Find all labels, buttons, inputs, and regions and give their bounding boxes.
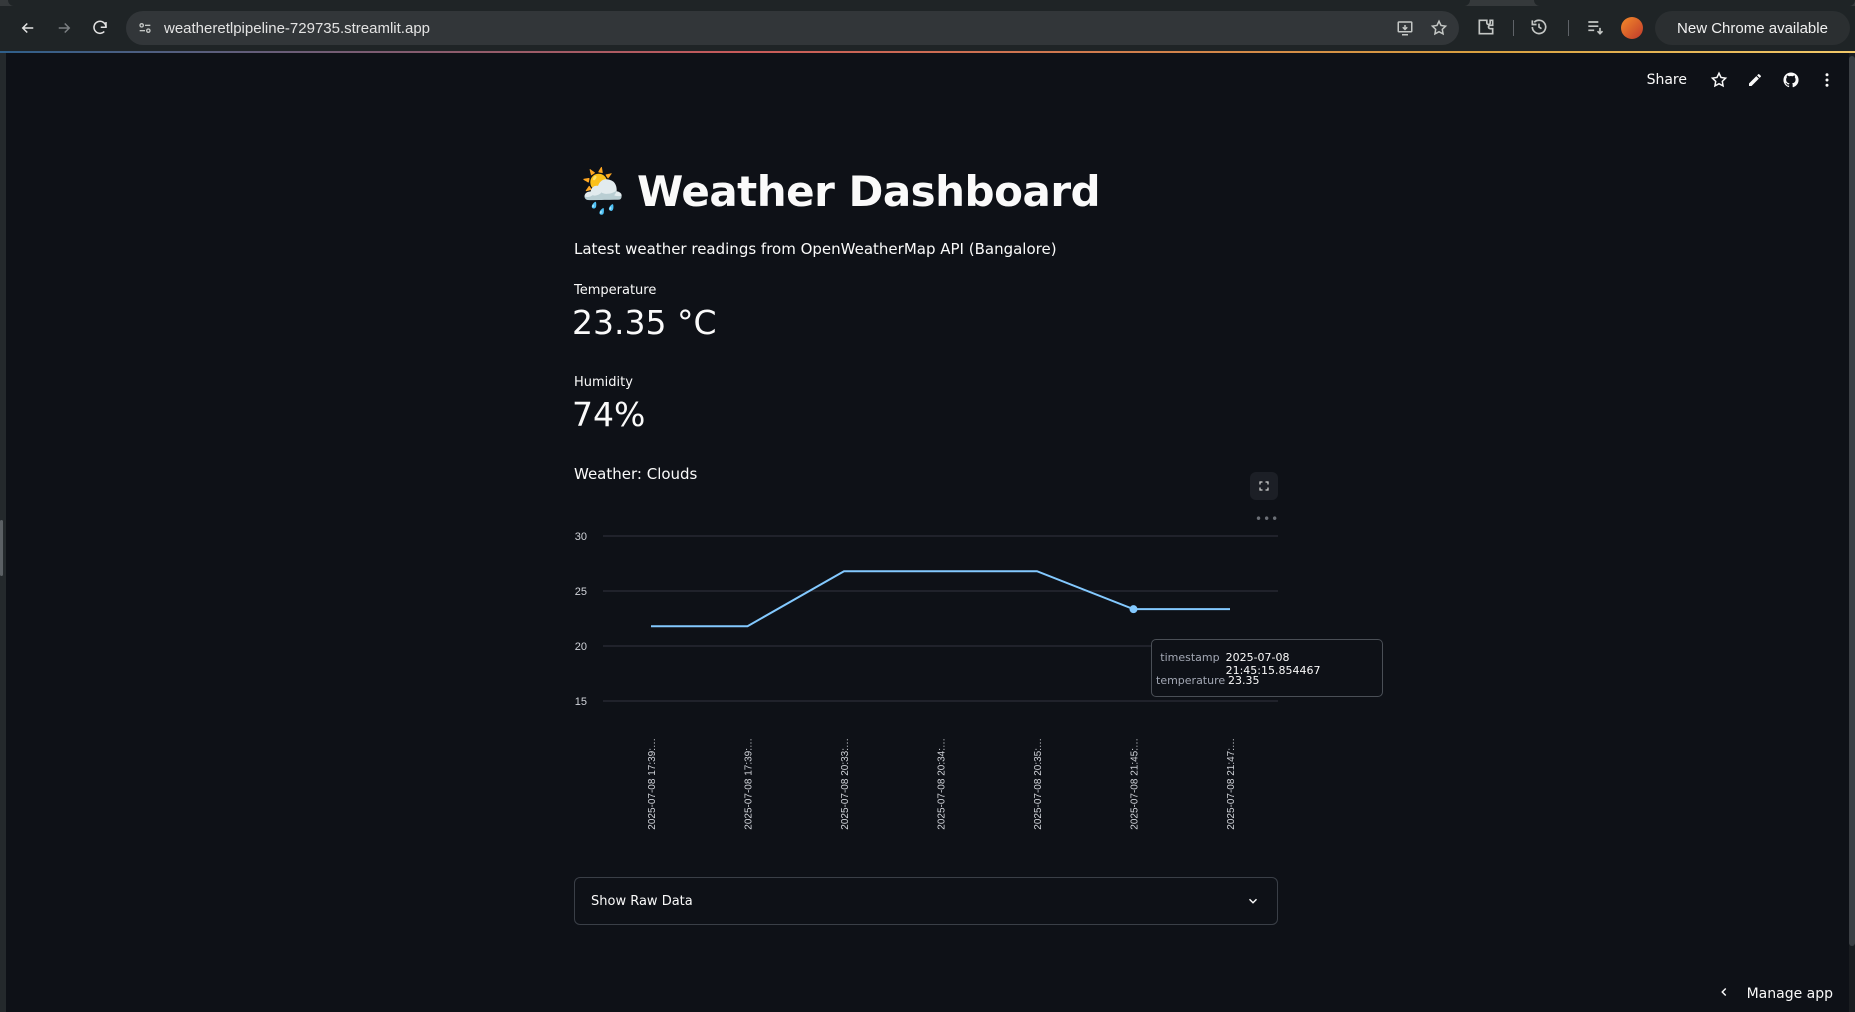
x-tick-label: 2025-07-08 17:39:… [647, 738, 658, 830]
back-button[interactable] [15, 15, 41, 41]
site-info-icon[interactable] [136, 19, 154, 37]
chevron-down-icon [1245, 893, 1261, 909]
media-queue-icon[interactable] [1583, 15, 1607, 39]
humidity-metric-value: 74% [572, 395, 646, 434]
chart-series [651, 570, 1230, 628]
x-tick-label: 2025-07-08 20:33:… [840, 738, 851, 830]
chart-x-ticks: 2025-07-08 17:39:… 2025-07-08 17:39:… 2025… [647, 738, 1237, 830]
more-vertical-icon[interactable] [1817, 70, 1837, 90]
tooltip-temperature-key: temperature [1156, 674, 1226, 687]
manage-app-button[interactable]: Manage app [1717, 985, 1833, 1003]
page-title: Weather Dashboard [637, 166, 1101, 216]
y-tick-label: 20 [575, 641, 587, 653]
weather-emoji-icon: 🌦️ [575, 166, 630, 217]
install-app-icon[interactable] [1395, 18, 1415, 38]
x-tick-label: 2025-07-08 21:45:… [1130, 738, 1141, 830]
page-title-row: 🌦️ Weather Dashboard [575, 165, 1101, 217]
sidebar-handle[interactable] [0, 520, 3, 576]
reload-icon [93, 20, 107, 35]
x-tick-label: 2025-07-08 17:39:… [744, 738, 755, 830]
reload-button[interactable] [87, 15, 113, 41]
chart-y-ticks: 15 20 25 30 [575, 531, 587, 708]
expander-label: Show Raw Data [591, 893, 693, 909]
page-subtitle: Latest weather readings from OpenWeather… [574, 240, 1057, 258]
y-tick-label: 30 [575, 531, 587, 543]
github-icon[interactable] [1781, 70, 1801, 90]
raw-data-expander[interactable]: Show Raw Data [574, 877, 1278, 925]
manage-app-label: Manage app [1746, 986, 1833, 1002]
chart-fullscreen-button[interactable] [1250, 472, 1278, 500]
edit-pencil-icon[interactable] [1745, 70, 1765, 90]
series-line [651, 570, 1230, 628]
humidity-metric-label: Humidity [574, 375, 633, 390]
y-tick-label: 25 [575, 586, 587, 598]
y-tick-label: 15 [575, 696, 587, 708]
temperature-metric-label: Temperature [574, 283, 657, 298]
app-toolbar: Share [1647, 70, 1837, 90]
address-bar[interactable]: weatheretlpipeline-729735.streamlit.app [126, 11, 1459, 45]
chevron-left-icon [1717, 985, 1731, 1003]
tab-strip [0, 0, 1855, 6]
url-text: weatheretlpipeline-729735.streamlit.app [164, 19, 431, 37]
arrow-right-icon [58, 22, 71, 34]
tooltip-temperature-value: 23.35 [1228, 674, 1260, 687]
x-tick-label: 2025-07-08 21:47:… [1226, 738, 1237, 830]
fullscreen-icon [1259, 481, 1269, 491]
history-icon[interactable] [1527, 15, 1551, 39]
x-tick-label: 2025-07-08 20:35:… [1033, 738, 1044, 830]
extensions-icon[interactable] [1474, 15, 1498, 39]
x-tick-label: 2025-07-08 20:34:… [937, 738, 948, 830]
forward-button[interactable] [51, 15, 77, 41]
highlighted-data-point[interactable] [1129, 605, 1138, 614]
scrollbar-thumb[interactable] [1849, 56, 1855, 946]
star-icon[interactable] [1709, 70, 1729, 90]
share-button[interactable]: Share [1647, 72, 1687, 88]
chrome-update-button[interactable]: New Chrome available [1655, 11, 1850, 45]
bookmark-star-icon[interactable] [1429, 18, 1449, 38]
arrow-left-icon [21, 22, 34, 34]
temperature-metric-value: 23.35 °C [572, 303, 717, 342]
weather-condition: Weather: Clouds [574, 465, 698, 483]
chart-tooltip: timestamp 2025-07-08 21:45:15.854467 tem… [1151, 639, 1383, 697]
profile-avatar[interactable] [1621, 17, 1643, 39]
